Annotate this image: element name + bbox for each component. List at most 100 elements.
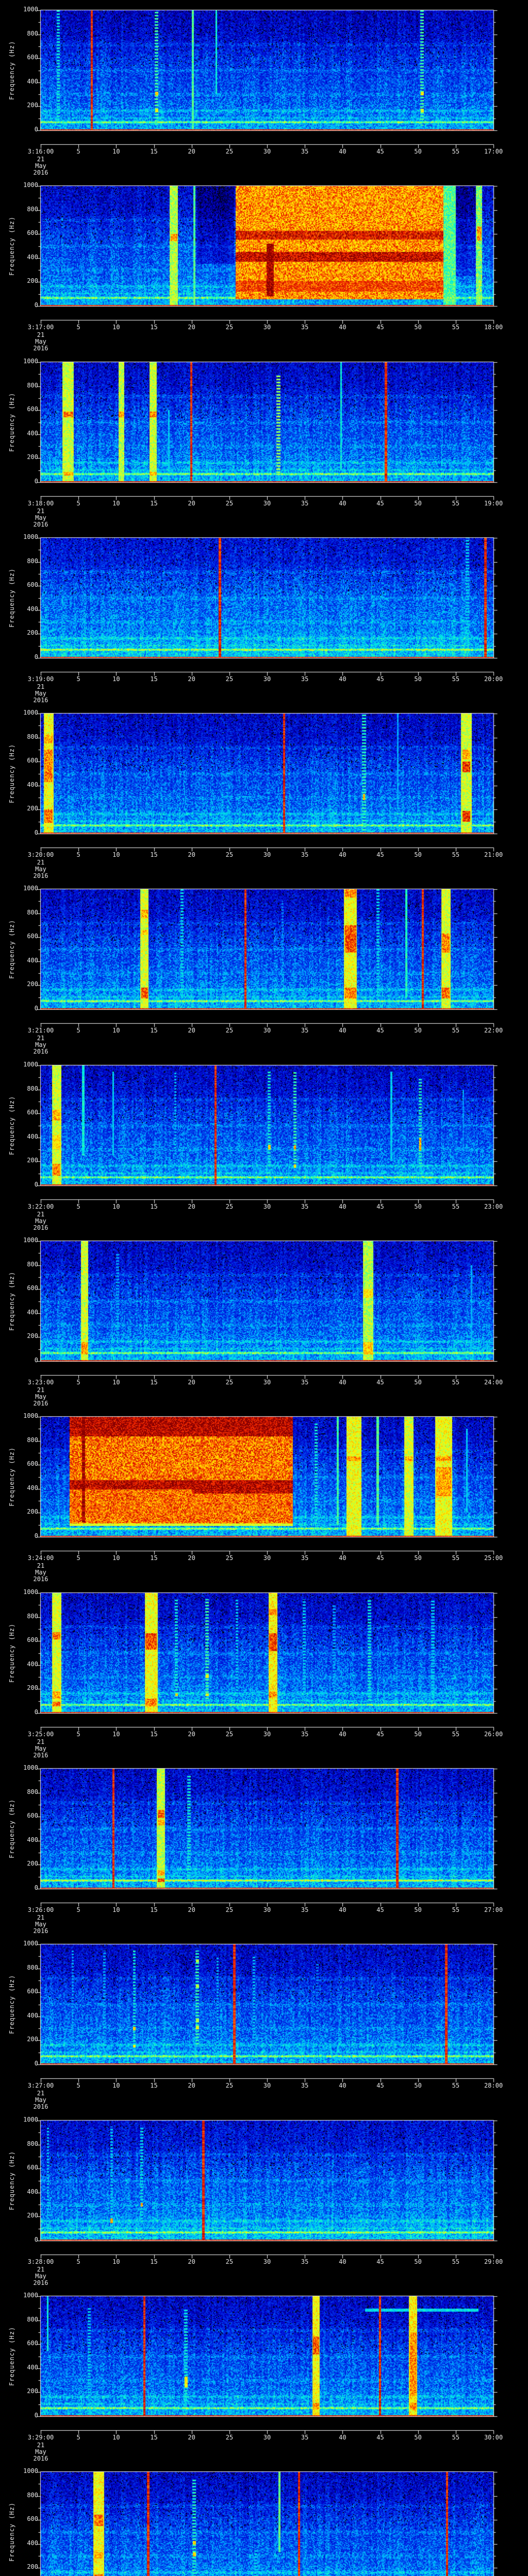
spectrogram-panel: Frequency (Hz) 1000 800 600 400 200 0 3:25:00 5 1… [0, 1583, 528, 1759]
y-tick-label: 200 [27, 277, 38, 285]
x-tick-label: 30:00 [484, 2434, 503, 2441]
y-tick-label: 600 [27, 1460, 38, 1468]
y-tick-label: 800 [27, 29, 38, 37]
y-tick-label: 400 [27, 77, 38, 85]
x-tick-label: 22:00 [484, 1027, 503, 1034]
y-tick-label: 0 [34, 1708, 38, 1716]
y-tick-label: 600 [27, 581, 38, 589]
spectrogram-panel: Frequency (Hz) 1000 800 600 400 200 0 3:19:00 5 1… [0, 528, 528, 704]
y-tick-label: 200 [27, 2563, 38, 2571]
y-tick-label: 800 [27, 908, 38, 916]
y-tick-label: 1000 [23, 1940, 38, 1947]
y-axis-title: Frequency (Hz) [8, 1623, 15, 1683]
y-tick-label: 1000 [23, 1412, 38, 1419]
spectrogram-panel: Frequency (Hz) 1000 800 600 400 200 0 3:26:00 5 1… [0, 1758, 528, 1935]
y-tick-label: 800 [27, 1612, 38, 1620]
y-tick-label: 400 [27, 956, 38, 964]
y-axis-title: Frequency (Hz) [8, 919, 15, 979]
y-tick-label: 0 [34, 1884, 38, 1891]
spectrogram-panel: Frequency (Hz)100080060040020003:30:0051… [0, 2462, 528, 2576]
y-tick-label: 600 [27, 2340, 38, 2347]
x-tick-label: 24:00 [484, 1379, 503, 1386]
y-tick-label: 600 [27, 1109, 38, 1116]
y-tick-label: 0 [34, 126, 38, 133]
y-tick-label: 0 [34, 2060, 38, 2067]
y-tick-label: 1000 [23, 709, 38, 716]
y-tick-label: 0 [34, 1181, 38, 1188]
spectrogram-panel: Frequency (Hz) 1000 800 600 400 200 0 3:23:00 5 1… [0, 1231, 528, 1407]
y-tick-label: 400 [27, 2539, 38, 2547]
x-tick-label: 23:00 [484, 1203, 503, 1210]
spectrogram-panel: Frequency (Hz) 1000 800 600 400 200 0 3:18:00 5 1… [0, 352, 528, 528]
x-tick-label: 20:00 [484, 675, 503, 683]
y-tick-label: 400 [27, 1132, 38, 1140]
y-tick-label: 800 [27, 1260, 38, 1268]
y-tick-label: 800 [27, 381, 38, 389]
y-tick-label: 800 [27, 2315, 38, 2323]
y-tick-label: 0 [34, 653, 38, 660]
y-tick-label: 200 [27, 1508, 38, 1516]
y-tick-label: 0 [34, 829, 38, 836]
y-tick-label: 600 [27, 1636, 38, 1644]
y-axis-title: Frequency (Hz) [8, 2150, 15, 2211]
y-tick-label: 0 [34, 1357, 38, 1364]
spectrogram-panel: Frequency (Hz) 1000 800 600 400 200 0 3:16:00 5 1… [0, 0, 528, 176]
y-tick-label: 400 [27, 1660, 38, 1668]
spectrogram-panel: Frequency (Hz) 1000 800 600 400 200 0 3:17:00 5 1… [0, 176, 528, 352]
y-tick-label: 400 [27, 253, 38, 261]
y-tick-label: 800 [27, 1084, 38, 1092]
date-line: 2016 [33, 2103, 48, 2110]
y-tick-label: 1000 [23, 533, 38, 540]
y-tick-label: 200 [27, 805, 38, 812]
spectrogram-panel: Frequency (Hz) 1000 800 600 400 200 0 3:29:00 5 1… [0, 2286, 528, 2462]
y-axis-title: Frequency (Hz) [8, 2326, 15, 2386]
x-tick-label: 26:00 [484, 1731, 503, 1738]
y-tick-label: 800 [27, 1963, 38, 1971]
y-tick-label: 400 [27, 2011, 38, 2019]
y-axis-title: Frequency (Hz) [8, 40, 15, 100]
x-tick-label: 17:00 [484, 148, 503, 155]
y-tick-label: 800 [27, 2140, 38, 2147]
y-tick-label: 600 [27, 757, 38, 765]
y-tick-label: 200 [27, 2212, 38, 2219]
x-tick-label: 25:00 [484, 1554, 503, 1562]
y-tick-label: 1000 [23, 1764, 38, 1771]
y-tick-label: 0 [34, 478, 38, 485]
y-tick-label: 800 [27, 2491, 38, 2499]
spectrogram-panel: Frequency (Hz) 1000 800 600 400 200 0 3:21:00 5 1… [0, 879, 528, 1055]
spectrogram-panel: Frequency (Hz) 1000 800 600 400 200 0 3:24:00 5 1… [0, 1406, 528, 1583]
x-tick-label: 18:00 [484, 324, 503, 331]
y-tick-label: 1000 [23, 358, 38, 365]
y-axis-title: Frequency (Hz) [8, 743, 15, 804]
y-tick-label: 200 [27, 980, 38, 988]
spectrogram-panel: Frequency (Hz) 1000 800 600 400 200 0 3:28:00 5 1… [0, 2110, 528, 2286]
y-tick-label: 600 [27, 2515, 38, 2523]
y-tick-label: 1000 [23, 181, 38, 189]
y-tick-label: 400 [27, 605, 38, 613]
x-tick-label: 19:00 [484, 500, 503, 507]
date-line: 2016 [33, 1575, 48, 1583]
y-tick-label: 400 [27, 2188, 38, 2195]
y-tick-label: 800 [27, 1436, 38, 1444]
y-axis-title: Frequency (Hz) [8, 1799, 15, 1859]
y-tick-label: 1000 [23, 885, 38, 892]
x-tick-label: 21:00 [484, 851, 503, 858]
y-axis-title: Frequency (Hz) [8, 216, 15, 276]
y-tick-label: 600 [27, 933, 38, 940]
y-tick-label: 400 [27, 429, 38, 437]
y-axis-title: Frequency (Hz) [8, 568, 15, 628]
y-tick-label: 200 [27, 1157, 38, 1164]
y-tick-label: 200 [27, 629, 38, 637]
y-tick-label: 1000 [23, 1236, 38, 1244]
y-tick-label: 200 [27, 1684, 38, 1692]
y-tick-label: 200 [27, 101, 38, 109]
y-tick-label: 1000 [23, 1061, 38, 1068]
y-axis-title: Frequency (Hz) [8, 1974, 15, 2035]
y-tick-label: 1000 [23, 6, 38, 13]
y-tick-label: 800 [27, 1788, 38, 1795]
y-tick-label: 200 [27, 2387, 38, 2395]
date-line: 2016 [33, 345, 48, 352]
y-tick-label: 600 [27, 405, 38, 413]
x-tick-label: 28:00 [484, 2082, 503, 2089]
y-tick-label: 1000 [23, 2292, 38, 2299]
